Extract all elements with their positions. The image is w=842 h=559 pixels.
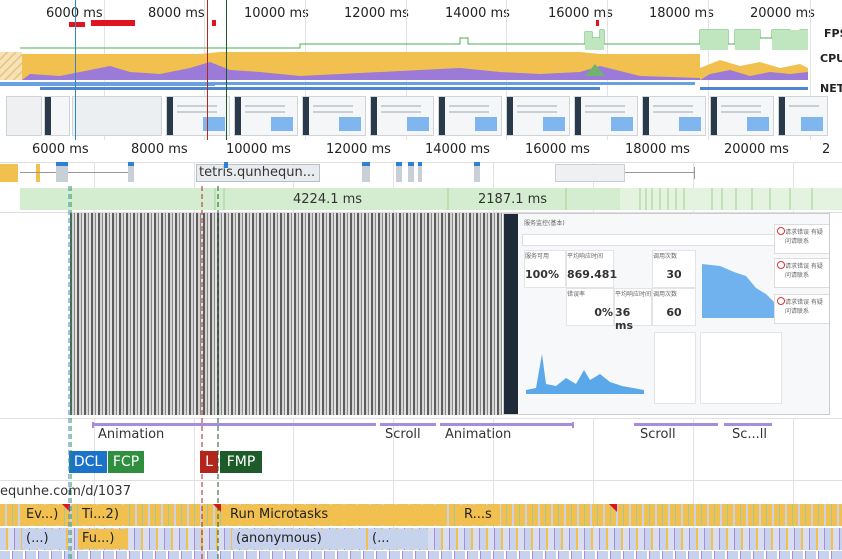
main-ruler[interactable]: 6000 ms 8000 ms 10000 ms 12000 ms 14000 …: [0, 140, 842, 163]
network-request[interactable]: [56, 162, 68, 182]
network-track[interactable]: tetris.qunhequn...: [0, 162, 842, 186]
ruler-tick: 20000 ms: [724, 142, 789, 157]
overview-marker: [75, 0, 76, 140]
overview-tick: 16000 ms: [548, 6, 613, 21]
overview-tick: 8000 ms: [148, 6, 205, 21]
cpu-label: CPU: [820, 52, 842, 65]
network-request[interactable]: tetris.qunhequn...: [196, 164, 320, 182]
network-request[interactable]: [694, 167, 695, 179]
network-request[interactable]: [20, 172, 56, 173]
ruler-tick: 8000 ms: [131, 142, 188, 157]
overview-tick: 10000 ms: [244, 6, 309, 21]
network-request[interactable]: [625, 172, 695, 173]
network-request[interactable]: [408, 162, 414, 182]
filmstrip-frame[interactable]: [506, 96, 570, 136]
network-request[interactable]: [555, 164, 625, 182]
network-request[interactable]: [0, 164, 18, 182]
ruler-tick: 14000 ms: [425, 142, 490, 157]
network-request[interactable]: [474, 162, 480, 182]
filmstrip-frame[interactable]: [302, 96, 366, 136]
filmstrip-frame[interactable]: [778, 96, 828, 136]
overview-tick: 14000 ms: [445, 6, 510, 21]
network-request[interactable]: [36, 164, 40, 182]
overview-marker: [207, 0, 208, 140]
ruler-tick: 16000 ms: [525, 142, 590, 157]
filmstrip-frame[interactable]: [710, 96, 774, 136]
network-request[interactable]: [224, 162, 228, 168]
overview-tick: 18000 ms: [649, 6, 714, 21]
network-request[interactable]: [128, 162, 134, 182]
net-bar: [40, 87, 600, 90]
filmstrip-frame[interactable]: [72, 96, 162, 136]
ruler-tick: 18000 ms: [625, 142, 690, 157]
filmstrip-frame[interactable]: [44, 96, 70, 136]
filmstrip-frame[interactable]: [370, 96, 434, 136]
overview-pane[interactable]: 6000 ms 8000 ms 10000 ms 12000 ms 14000 …: [0, 0, 842, 141]
overview-tick: 12000 ms: [344, 6, 409, 21]
ruler-tick: 12000 ms: [326, 142, 391, 157]
fps-label: FPS: [824, 27, 842, 40]
filmstrip-frame[interactable]: [234, 96, 298, 136]
network-request[interactable]: [68, 172, 128, 173]
ruler-tick: 10000 ms: [226, 142, 291, 157]
filmstrip-frame[interactable]: [6, 96, 42, 136]
filmstrip-frame[interactable]: [642, 96, 706, 136]
net-bar: [215, 82, 695, 85]
net-bar: [700, 87, 808, 90]
network-request[interactable]: [418, 162, 422, 182]
overview-marker: [226, 0, 227, 140]
timing-guides: [68, 186, 219, 559]
fps-chart: [20, 29, 808, 50]
net-bar: [0, 82, 215, 86]
net-label: NET: [820, 82, 842, 95]
ruler-tick: 2: [822, 142, 831, 157]
filmstrip-frame[interactable]: [574, 96, 638, 136]
network-request[interactable]: [396, 162, 402, 182]
network-request[interactable]: [362, 162, 370, 182]
filmstrip-frame[interactable]: [438, 96, 502, 136]
ruler-tick: 6000 ms: [32, 142, 89, 157]
filmstrip-frame[interactable]: [166, 96, 230, 136]
cpu-chart: [0, 52, 808, 80]
overview-tick: 20000 ms: [750, 6, 815, 21]
